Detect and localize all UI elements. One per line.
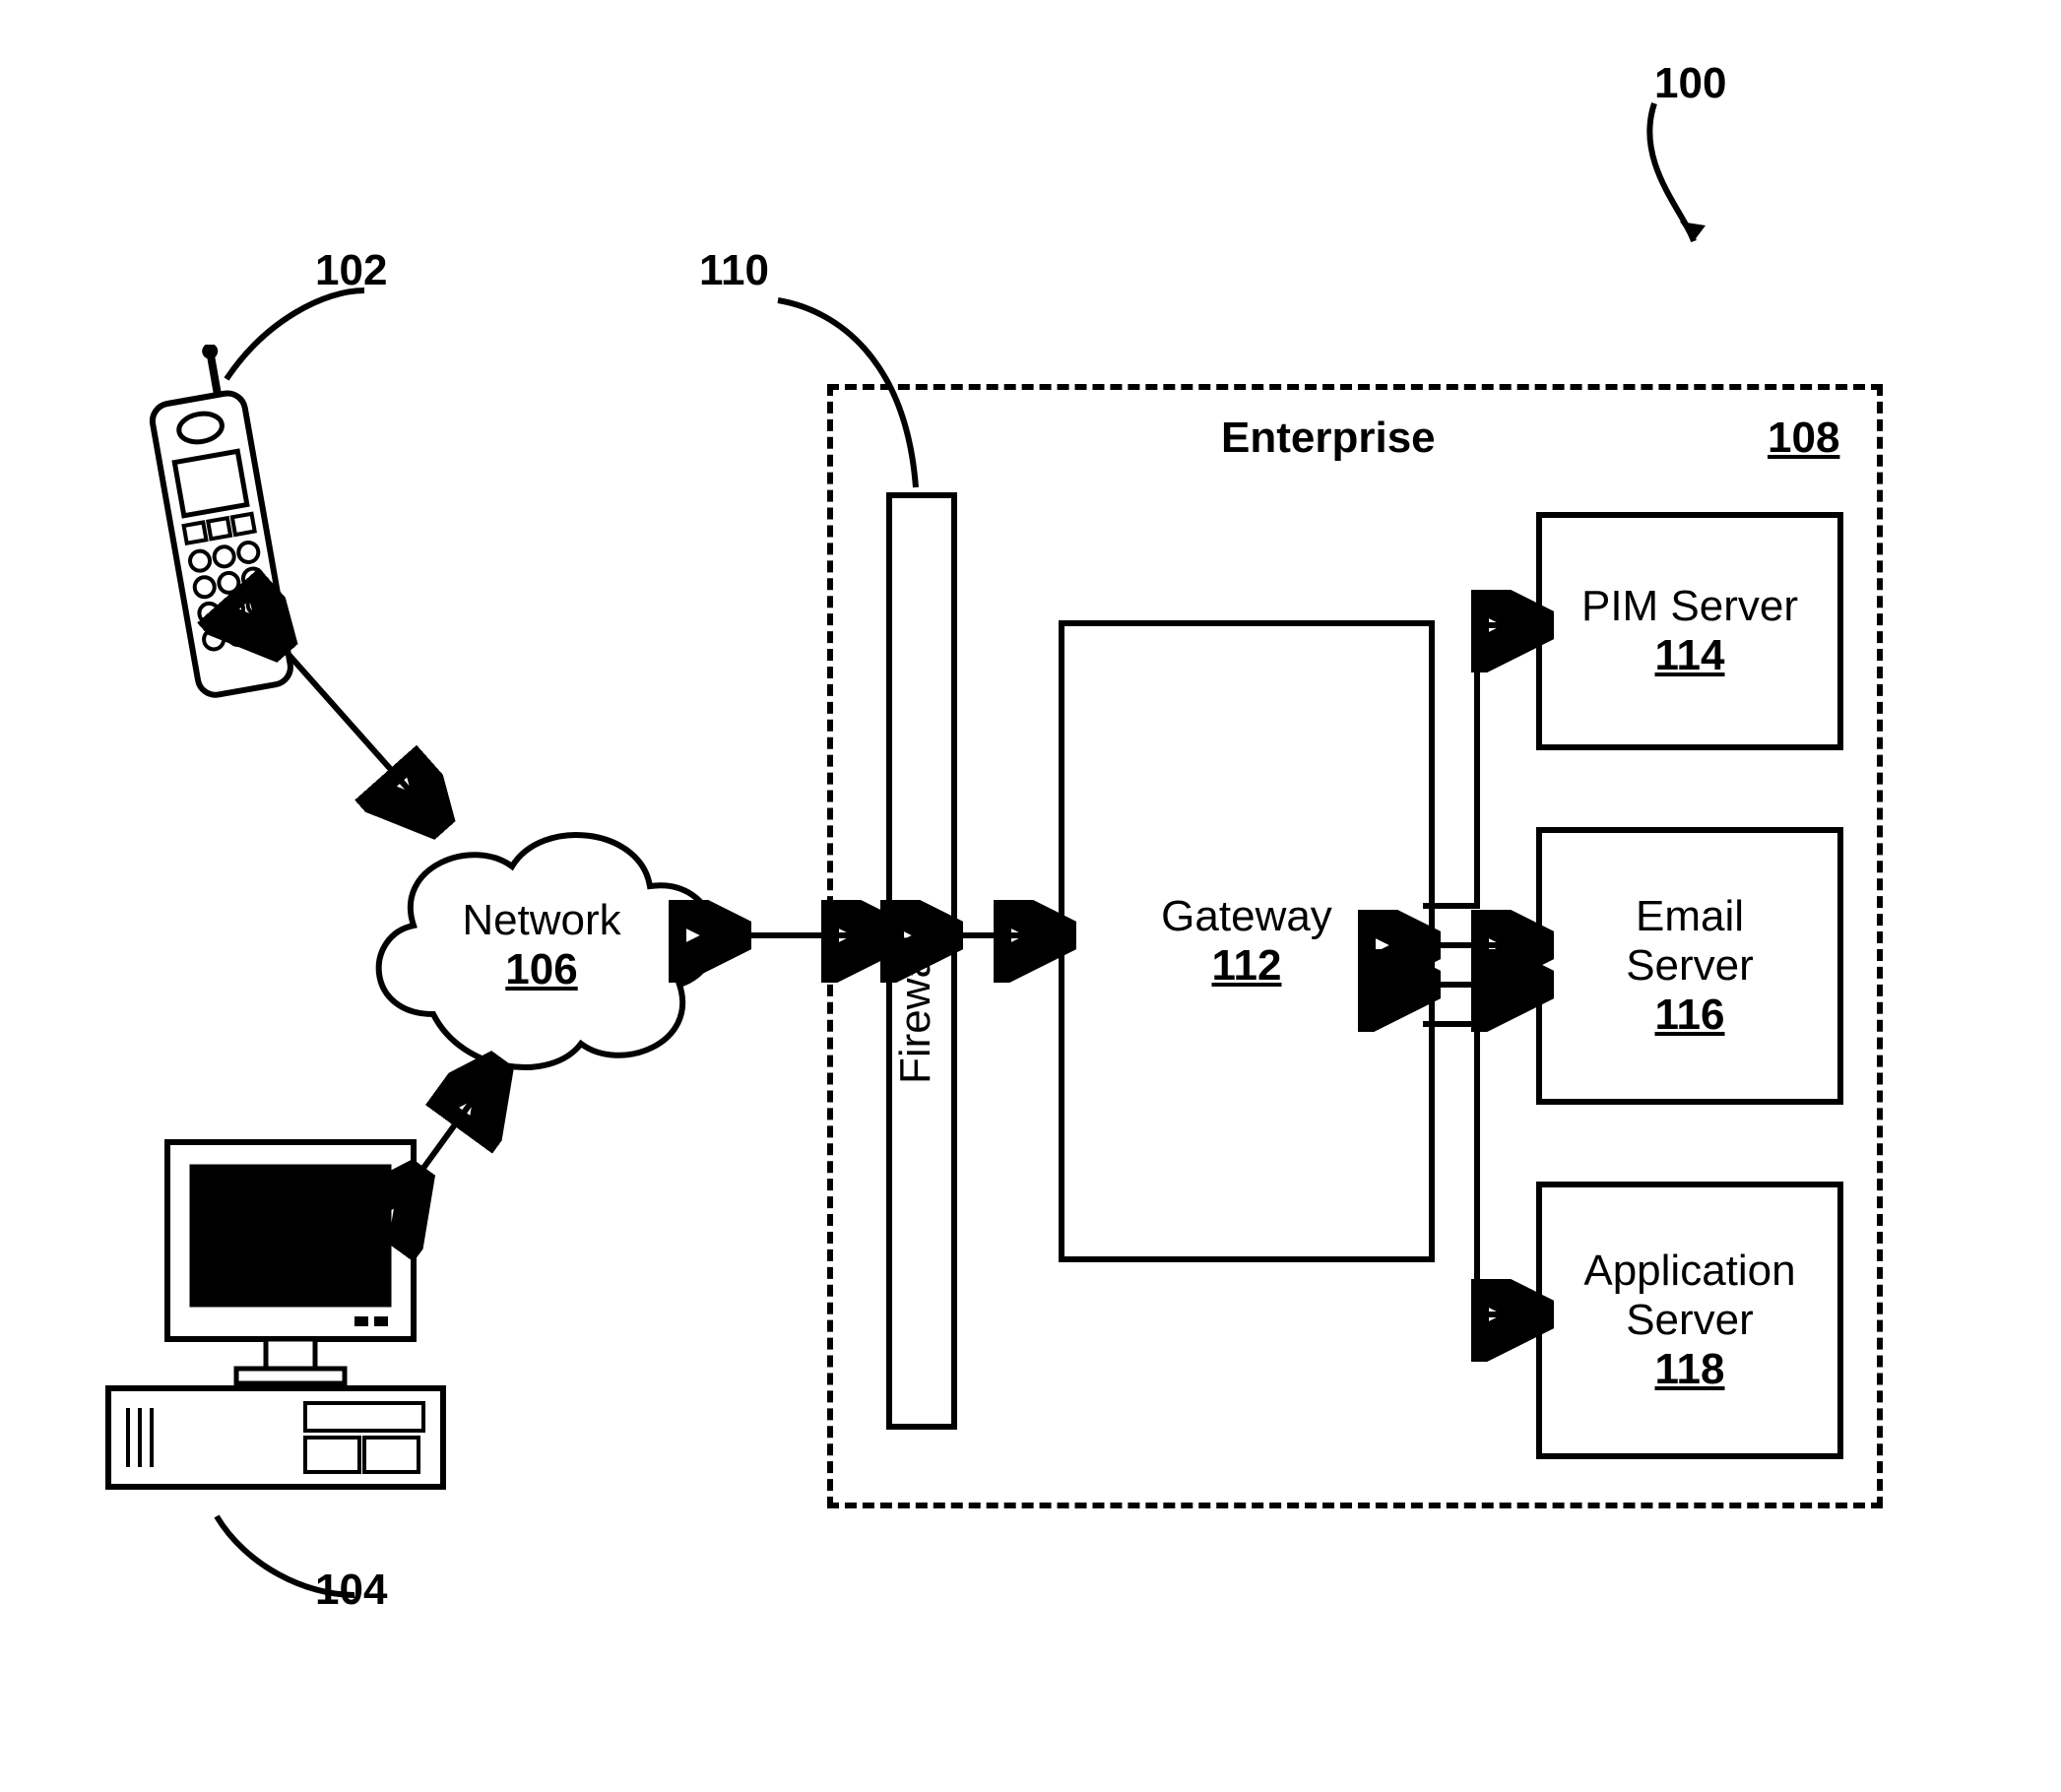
diagram-stage: Enterprise 108 Firewall Gateway 112 PIM … [0, 0, 2061, 1792]
connector-arrows [0, 0, 2061, 1792]
